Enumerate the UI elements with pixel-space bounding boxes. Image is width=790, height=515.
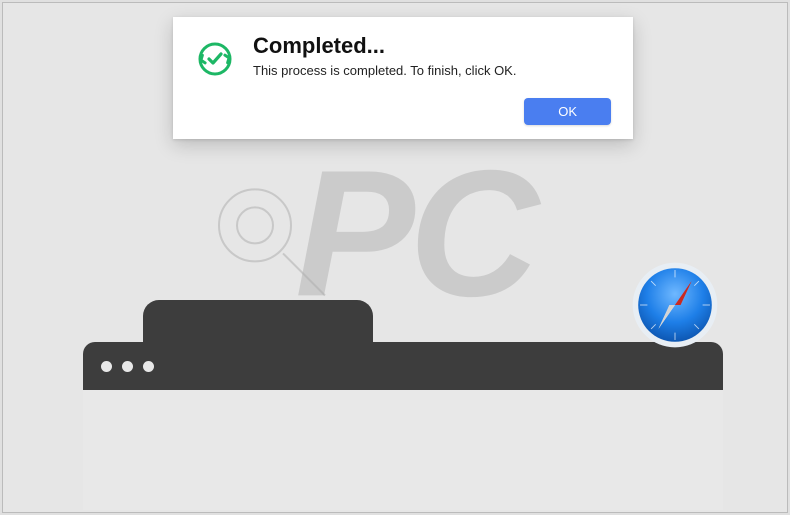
completion-dialog: Completed... This process is completed. … <box>173 17 633 139</box>
ok-button[interactable]: OK <box>524 98 611 125</box>
safari-icon <box>629 259 721 351</box>
success-icon <box>195 39 235 84</box>
dialog-title: Completed... <box>253 33 516 59</box>
browser-body <box>83 390 723 510</box>
app-frame: PC risk.com <box>2 2 788 513</box>
window-minimize-dot[interactable] <box>122 361 133 372</box>
window-zoom-dot[interactable] <box>143 361 154 372</box>
browser-window <box>83 300 723 510</box>
dialog-message: This process is completed. To finish, cl… <box>253 63 516 78</box>
browser-titlebar <box>83 342 723 390</box>
window-close-dot[interactable] <box>101 361 112 372</box>
